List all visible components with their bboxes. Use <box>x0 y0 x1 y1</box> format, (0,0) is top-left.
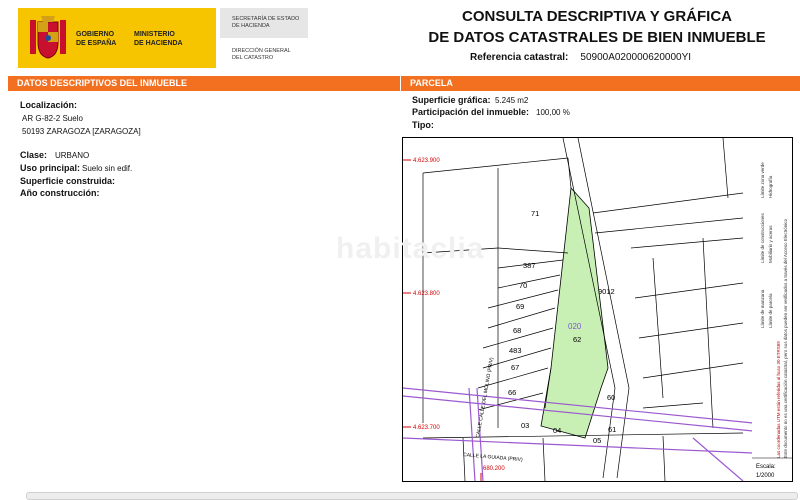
section-title-parcel: PARCELA <box>401 76 800 91</box>
highlighted-parcel <box>540 187 609 439</box>
legend-item: Mobiliario y aceras <box>768 225 773 263</box>
parcel-number: 03 <box>521 421 529 430</box>
type-label: Tipo: <box>412 120 434 130</box>
legend-item: Límite de construcciones <box>760 212 765 263</box>
street-label-guiada: CALLE LA GUIADA (PRIV) <box>463 452 523 463</box>
parcel-number: 71 <box>531 209 539 218</box>
bottom-scrollbar[interactable] <box>26 492 798 500</box>
parcel-number: 66 <box>508 388 516 397</box>
class-value: URBANO <box>55 151 90 160</box>
coord-label-4: 680.200 <box>483 466 505 472</box>
parcel-number: 62 <box>573 335 581 344</box>
parcel-number: 61 <box>608 425 616 434</box>
parcel-number: 05 <box>593 436 601 445</box>
legend-coords-note: Las coordenadas UTM están referidas al h… <box>776 341 781 458</box>
graphic-area-value: 5.245 m2 <box>495 96 529 105</box>
page-title: CONSULTA DESCRIPTIVA Y GRÁFICA DE DATOS … <box>428 8 766 46</box>
parcel-number: 9012 <box>598 287 615 296</box>
participation-label: Participación del inmueble: <box>412 107 530 117</box>
cadastral-plan: 4.623.900 4.623.800 4.623.700 680.200 71… <box>402 137 780 482</box>
built-area-label: Superficie construida: <box>20 176 116 186</box>
watermark: habitaclia <box>336 232 485 265</box>
legend-item: Hidrografía <box>768 175 773 198</box>
class-label: Clase: <box>20 150 48 160</box>
section-title-descriptive: DATOS DESCRIPTIVOS DEL INMUEBLE <box>8 76 400 91</box>
coat-of-arms-icon <box>30 16 66 59</box>
parcel-number: 387 <box>523 261 536 270</box>
parcel-number: 60 <box>607 393 615 402</box>
construction-year-label: Año construcción: <box>20 188 100 198</box>
participation-value: 100,00 % <box>536 108 570 117</box>
plan-drawing: 4.623.900 4.623.800 4.623.700 680.200 71… <box>403 138 754 481</box>
plan-legend: Límite de manzana Límite de parcela Lími… <box>752 137 793 482</box>
legend-drawing: Límite de manzana Límite de parcela Lími… <box>752 162 792 479</box>
directorate-label: DIRECCIÓN GENERAL DEL CATASTRO <box>232 48 291 61</box>
parcel-number: 67 <box>511 363 519 372</box>
parcel-number: 70 <box>519 281 527 290</box>
coordinate-ticks <box>403 159 482 481</box>
parcel-number: 68 <box>513 326 521 335</box>
legend-item: Límite de parcela <box>768 293 773 328</box>
coord-label-3: 4.623.700 <box>413 425 440 431</box>
use-value: Suelo sin edif. <box>82 164 133 173</box>
legend-note: Este documento no es una certificación c… <box>783 218 788 458</box>
highlighted-parcel-number: 020 <box>568 322 582 331</box>
scale-label: Escala: <box>756 464 776 470</box>
cadastral-reference: Referencia catastral: 50900A020000620000Y… <box>470 52 692 63</box>
legend-item: Límite de manzana <box>760 289 765 328</box>
location-line2: 50193 ZARAGOZA [ZARAGOZA] <box>22 127 141 136</box>
location-label: Localización: <box>20 100 78 110</box>
legend-item: Límite zona verde <box>760 162 765 198</box>
coord-label-1: 4.623.900 <box>413 158 440 164</box>
government-label: GOBIERNO DE ESPAÑA <box>76 31 117 47</box>
parcel-number: 483 <box>509 346 522 355</box>
parcel-number: 04 <box>553 426 561 435</box>
secretariat-label: SECRETARÍA DE ESTADO DE HACIENDA <box>232 16 300 29</box>
graphic-area-label: Superficie gráfica: <box>412 95 491 105</box>
ministry-label: MINISTERIO DE HACIENDA <box>134 31 183 47</box>
scale-value: 1/2000 <box>756 473 775 479</box>
use-label: Uso principal: <box>20 163 81 173</box>
coord-label-2: 4.623.800 <box>413 291 440 297</box>
location-line1: AR G-82-2 Suelo <box>22 114 83 123</box>
parcel-number: 69 <box>516 302 524 311</box>
